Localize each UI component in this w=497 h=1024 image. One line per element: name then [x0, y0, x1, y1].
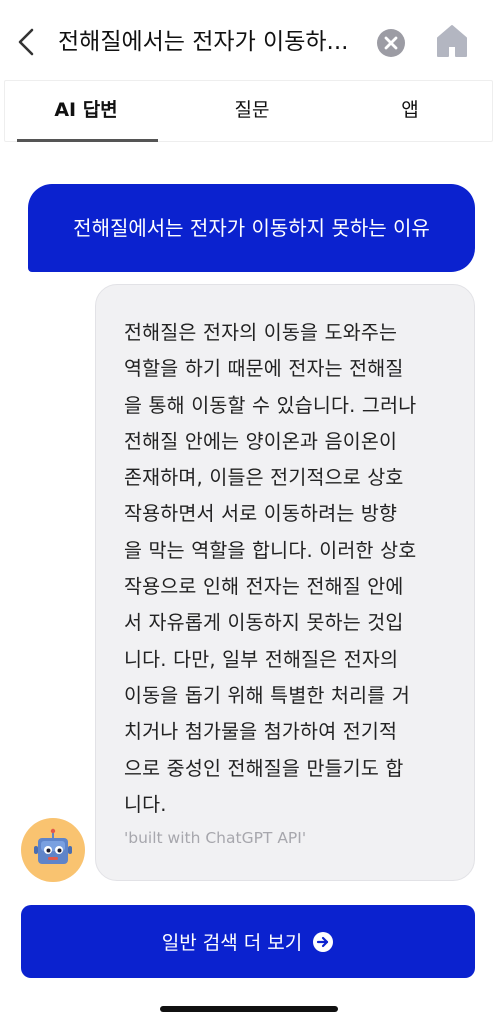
api-credit: 'built with ChatGPT API': [124, 829, 307, 847]
answer-line: 을 막는 역할을 합니다. 이러한 상호: [124, 538, 417, 562]
answer-line: 전해질 안에는 양이온과 음이온이: [124, 429, 398, 453]
answer-line: 서 자유롭게 이동하지 못하는 것입: [124, 611, 404, 635]
user-message-bubble: 전해질에서는 전자가 이동하지 못하는 이유: [28, 184, 475, 272]
answer-line: 작용으로 인해 전자는 전해질 안에: [124, 575, 404, 599]
ai-answer-text: 전해질은 전자의 이동을 도와주는 역할을 하기 때문에 전자는 전해질 을 통…: [124, 315, 459, 823]
answer-line: 니다.: [124, 792, 167, 816]
answer-line: 이동을 돕기 위해 특별한 처리를 거: [124, 683, 410, 707]
answer-line: 역할을 하기 때문에 전자는 전해질: [124, 357, 404, 381]
answer-line: 존재하며, 이들은 전기적으로 상호: [124, 466, 404, 490]
answer-line: 으로 중성인 전해질을 만들기도 합: [124, 756, 404, 780]
tab-apps[interactable]: 앱: [335, 81, 485, 141]
clear-search-button[interactable]: [376, 28, 406, 58]
home-icon: [437, 25, 467, 57]
home-indicator[interactable]: [160, 1006, 338, 1012]
avatar: [21, 818, 85, 882]
more-general-search-label: 일반 검색 더 보기: [161, 932, 303, 954]
answer-line: 치거나 첨가물을 첨가하여 전기적: [124, 720, 398, 744]
home-button[interactable]: [435, 22, 469, 60]
robot-mascot-icon: [34, 828, 72, 864]
ai-answer-card: 전해질은 전자의 이동을 도와주는 역할을 하기 때문에 전자는 전해질 을 통…: [95, 284, 475, 881]
more-general-search-button[interactable]: 일반 검색 더 보기: [21, 905, 475, 978]
arrow-right-circle-icon: [313, 931, 334, 952]
tab-ai-answer[interactable]: AI 답변: [11, 81, 161, 141]
active-tab-indicator: [17, 139, 158, 142]
close-circle-icon: [377, 29, 405, 57]
back-button[interactable]: [10, 22, 44, 62]
chevron-left-icon: [18, 28, 34, 56]
answer-line: 을 통해 이동할 수 있습니다. 그러나: [124, 393, 417, 417]
result-tabs: AI 답변 질문 앱: [4, 80, 493, 142]
search-query[interactable]: 전해질에서는 전자가 이동하...: [58, 24, 374, 60]
search-header: 전해질에서는 전자가 이동하...: [0, 0, 497, 78]
answer-line: 작용하면서 서로 이동하려는 방향: [124, 502, 398, 526]
answer-line: 니다. 다만, 일부 전해질은 전자의: [124, 647, 399, 671]
tab-questions[interactable]: 질문: [177, 81, 327, 141]
answer-line: 전해질은 전자의 이동을 도와주는: [124, 321, 398, 344]
